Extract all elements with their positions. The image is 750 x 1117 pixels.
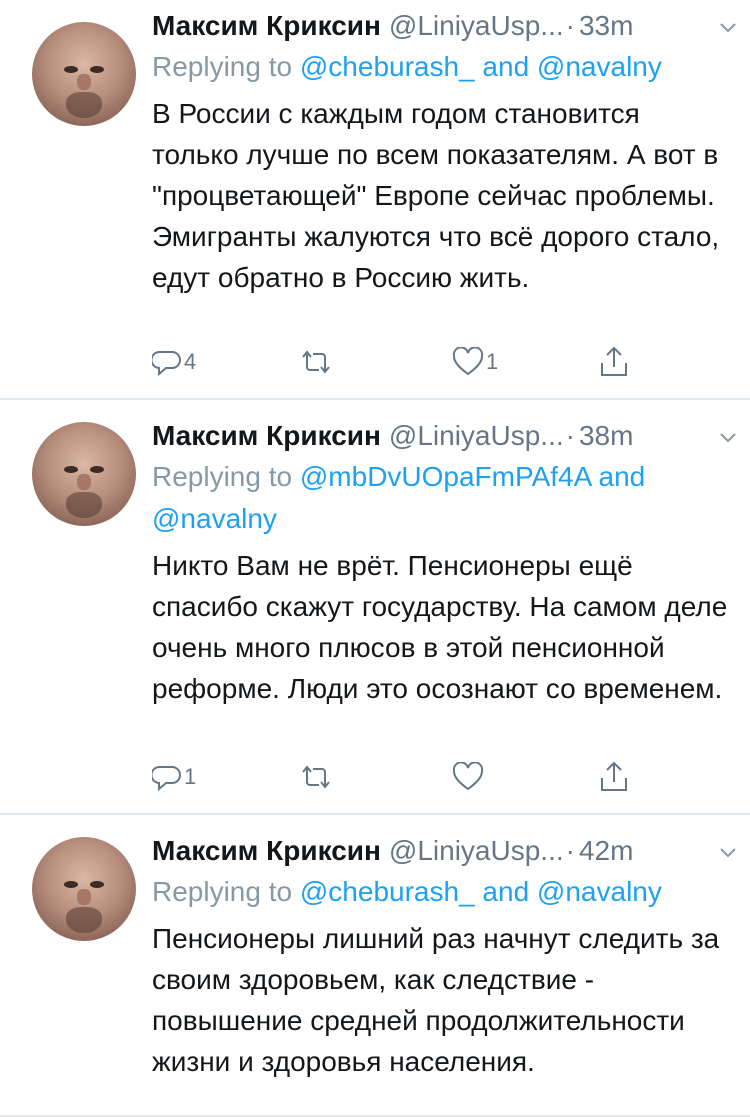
- timestamp[interactable]: 42m: [579, 835, 633, 866]
- replying-to-label: Replying to: [152, 461, 293, 492]
- like-button[interactable]: 1: [452, 342, 498, 382]
- timestamp[interactable]: 38m: [579, 420, 633, 451]
- tweet-text: Пенсионеры лишний раз начнут следить за …: [152, 923, 720, 1077]
- replying-to-label: Replying to: [152, 876, 293, 907]
- replying-to: Replying to @mbDvUOpaFmPAf4A and @navaln…: [152, 456, 732, 540]
- chevron-down-icon[interactable]: [718, 17, 738, 37]
- mention-link[interactable]: @cheburash_: [300, 876, 475, 907]
- avatar[interactable]: [32, 837, 136, 941]
- retweet-button[interactable]: [298, 342, 336, 382]
- replying-to-label: Replying to: [152, 51, 293, 82]
- retweet-button[interactable]: [298, 757, 336, 797]
- mention-link[interactable]: @navalny: [537, 876, 662, 907]
- tweet[interactable]: Максим Криксин @LiniyaUsp...· 42m Replying…: [0, 815, 750, 1117]
- replying-to: Replying to @cheburash_ and @navalny: [152, 46, 732, 88]
- tweet[interactable]: Максим Криксин @LiniyaUsp...· 33m Replying…: [0, 0, 750, 398]
- mention-link[interactable]: @mbDvUOpaFmPAf4A: [300, 461, 591, 492]
- avatar[interactable]: [32, 422, 136, 526]
- tweet-text: В России с каждым годом становится тольк…: [152, 98, 720, 293]
- reply-icon: [152, 351, 181, 377]
- tweet-actions: 1: [152, 757, 652, 797]
- tweet-actions: 4 1: [152, 342, 652, 382]
- mention-link[interactable]: @navalny: [152, 503, 277, 534]
- author-name[interactable]: Максим Криксин: [152, 10, 381, 41]
- share-button[interactable]: [598, 342, 630, 382]
- mention-link[interactable]: @navalny: [537, 51, 662, 82]
- chevron-down-icon[interactable]: [718, 427, 738, 447]
- share-button[interactable]: [598, 757, 630, 797]
- chevron-down-icon[interactable]: [718, 842, 738, 862]
- like-count: 1: [486, 349, 499, 374]
- and-text: and: [598, 461, 646, 492]
- and-text: and: [482, 51, 530, 82]
- author-handle[interactable]: @LiniyaUsp...: [389, 10, 564, 41]
- and-text: and: [482, 876, 530, 907]
- tweet-text: Никто Вам не врёт. Пенсионеры ещё спасиб…: [152, 550, 728, 704]
- retweet-icon: [302, 350, 330, 374]
- author-handle[interactable]: @LiniyaUsp...: [389, 420, 564, 451]
- like-button[interactable]: [452, 757, 486, 797]
- tweet-header: Максим Криксин @LiniyaUsp...· 33m: [152, 6, 730, 46]
- separator-dot: ·: [565, 10, 575, 41]
- reply-button[interactable]: 4: [152, 342, 196, 382]
- like-icon: [452, 347, 484, 376]
- author-handle[interactable]: @LiniyaUsp...: [389, 835, 564, 866]
- avatar[interactable]: [32, 22, 136, 126]
- timestamp[interactable]: 33m: [579, 10, 633, 41]
- tweet-header: Максим Криксин @LiniyaUsp...· 42m: [152, 831, 730, 871]
- share-icon: [601, 761, 627, 791]
- retweet-icon: [302, 765, 330, 789]
- author-name[interactable]: Максим Криксин: [152, 835, 381, 866]
- separator-dot: ·: [565, 420, 575, 451]
- tweet[interactable]: Максим Криксин @LiniyaUsp...· 38m Replying…: [0, 400, 750, 813]
- reply-button[interactable]: 1: [152, 757, 196, 797]
- like-icon: [452, 762, 484, 791]
- replying-to: Replying to @cheburash_ and @navalny: [152, 871, 732, 913]
- share-icon: [601, 346, 627, 376]
- reply-icon: [152, 766, 181, 792]
- reply-count: 4: [184, 349, 197, 374]
- tweet-header: Максим Криксин @LiniyaUsp...· 38m: [152, 416, 730, 456]
- reply-count: 1: [184, 764, 197, 789]
- mention-link[interactable]: @cheburash_: [300, 51, 475, 82]
- author-name[interactable]: Максим Криксин: [152, 420, 381, 451]
- separator-dot: ·: [565, 835, 575, 866]
